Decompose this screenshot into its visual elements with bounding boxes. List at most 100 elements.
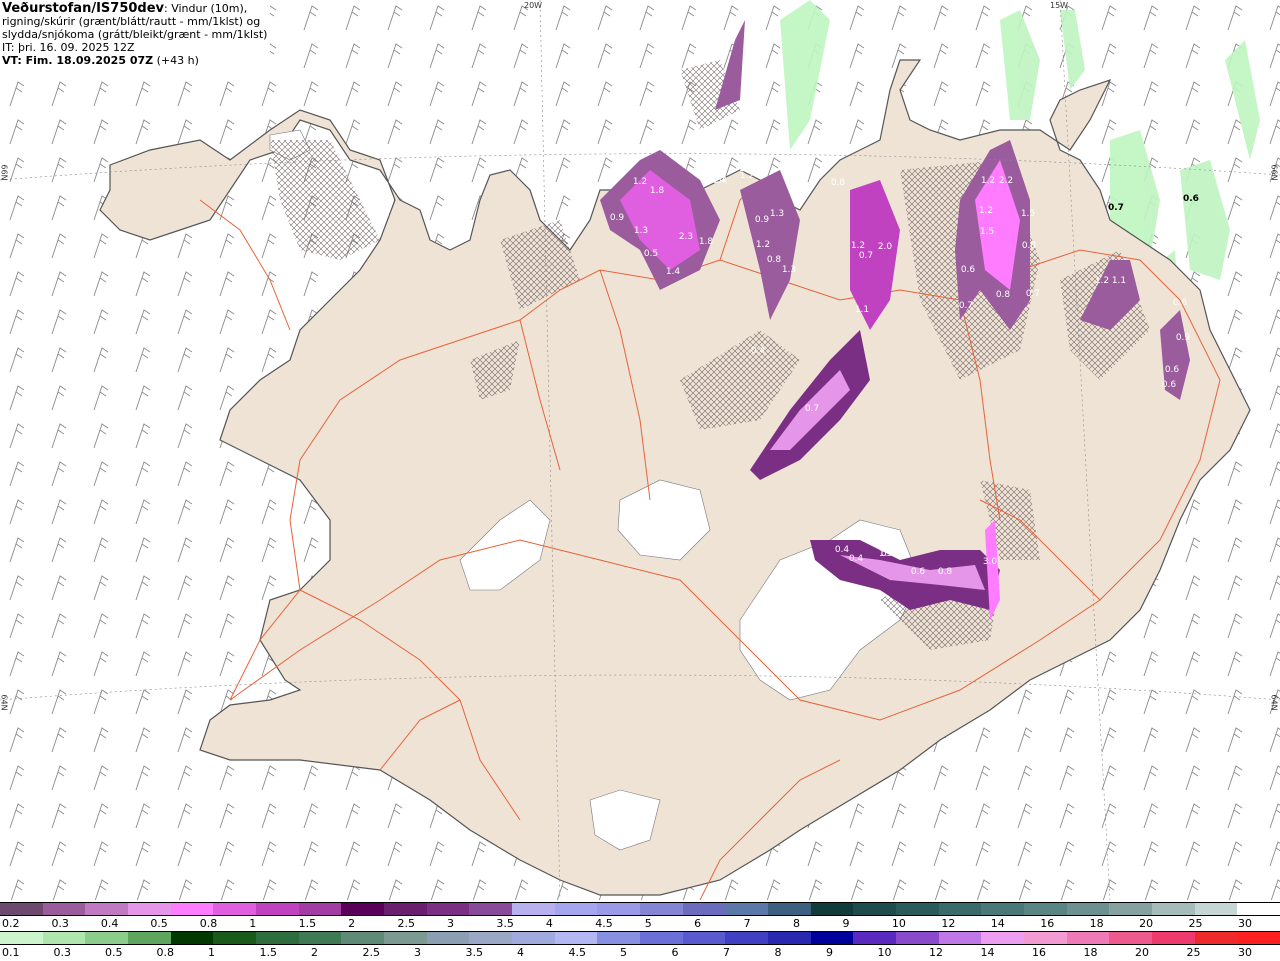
legend-swatch <box>1066 903 1110 915</box>
header-line-1: Veðurstofan/IS750dev: Vindur (10m), <box>2 2 270 15</box>
init-time: IT: þri. 16. 09. 2025 12Z <box>2 41 135 54</box>
legend-tick-label: 6 <box>694 917 702 930</box>
legend-swatch <box>384 932 427 944</box>
precip-value-label: 1.2 <box>756 240 770 250</box>
valid-time-line: VT: Fim. 18.09.2025 07Z (+43 h) <box>2 54 270 67</box>
legend-swatch <box>1194 932 1238 944</box>
legend-tick-label: 4 <box>545 917 553 930</box>
legend-swatch <box>128 932 171 944</box>
rain-color-legend: 0.1 0.3 0.5 0.8 1 1.5 2 2.5 3 3.5 4 4.5 5 6 7 8 9 10 12 14 1… <box>0 931 1280 961</box>
lat-label-64n-right: 64N <box>1269 694 1279 711</box>
legend-swatch <box>896 903 939 915</box>
legend-tick-label: 10 <box>877 946 892 959</box>
legend-swatch <box>1024 903 1067 915</box>
legend-swatch <box>640 932 683 944</box>
legend-swatch <box>213 932 257 944</box>
precip-value-label: 0.8 <box>996 290 1011 300</box>
legend-tick-label: 3.5 <box>496 917 514 930</box>
legend-swatch <box>85 903 129 915</box>
legend-swatch <box>896 932 939 944</box>
iceland-map: 1.21.80.91.30.51.41.41.22.3 1.81.4 1.20.91… <box>0 0 1280 900</box>
legend-swatch <box>1237 903 1280 915</box>
legend-swatch <box>682 932 726 944</box>
legend-tick-label: 0.5 <box>150 917 168 930</box>
precip-value-label: 0.7 <box>805 404 819 414</box>
legend-swatch <box>853 932 897 944</box>
legend-tick-label: 0.4 <box>100 917 119 930</box>
snow-legend-bar <box>0 902 1280 916</box>
legend-swatch <box>128 903 171 915</box>
legend-tick-label: 4.5 <box>595 917 613 930</box>
header-desc-1: : Vindur (10m), <box>164 2 248 15</box>
legend-tick-label: 14 <box>990 917 1005 930</box>
legend-swatch <box>85 932 129 944</box>
legend-tick-label: 0.2 <box>2 917 20 930</box>
legend-tick-label: 25 <box>1186 946 1201 959</box>
precip-value-label: 0.8 <box>1022 241 1037 251</box>
precip-value-label: 1.2 <box>633 177 647 187</box>
legend-swatch <box>298 903 342 915</box>
valid-time: VT: Fim. 18.09.2025 07Z <box>2 54 154 67</box>
legend-tick-label: 16 <box>1040 917 1055 930</box>
legend-tick-label: 2 <box>348 917 356 930</box>
legend-tick-label: 30 <box>1238 917 1252 930</box>
legend-tick-label: 1 <box>208 946 215 959</box>
legend-tick-label: 0.1 <box>2 946 20 959</box>
precip-value-label: 1.8 <box>650 186 665 196</box>
precip-value-label: 0.6 <box>1165 365 1180 375</box>
legend-swatch <box>725 903 769 915</box>
legend-tick-label: 9 <box>842 917 850 930</box>
snow-color-legend: 0.2 0.3 0.4 0.5 0.8 1 1.5 2 2.5 3 3.5 4 4.5 5 6 7 8 9 10 12… <box>0 902 1280 932</box>
precip-value-label: 0.6 <box>911 567 926 577</box>
legend-swatch <box>469 903 513 915</box>
legend-swatch <box>768 903 811 915</box>
precip-value-label: 1.5 <box>980 227 994 237</box>
precip-value-label: 1.2 <box>979 206 993 216</box>
forecast-hour: (+43 h) <box>153 54 199 67</box>
precip-value-label: 0.8 <box>831 178 846 188</box>
legend-tick-label: 18 <box>1089 917 1104 930</box>
legend-tick-label: 2 <box>311 946 318 959</box>
map-header: Veðurstofan/IS750dev: Vindur (10m), rign… <box>0 0 270 72</box>
legend-swatch <box>256 932 299 944</box>
precip-value-label: 0.6 <box>1173 298 1188 308</box>
legend-tick-label: 1 <box>249 917 257 930</box>
precip-value-label: 1.3 <box>782 265 796 275</box>
legend-swatch <box>768 932 811 944</box>
legend-tick-label: 20 <box>1135 946 1149 959</box>
legend-swatch <box>597 903 641 915</box>
legend-swatch <box>1194 903 1238 915</box>
legend-tick-label: 0.5 <box>105 946 123 959</box>
precip-value-label: 1.3 <box>770 209 784 219</box>
legend-swatch <box>853 903 897 915</box>
precip-value-label: 1.4 <box>666 267 681 277</box>
legend-tick-label: 4.5 <box>568 946 587 959</box>
legend-swatch <box>1109 932 1153 944</box>
legend-swatch <box>298 932 342 944</box>
precip-value-label: 1.2 <box>1095 276 1109 286</box>
legend-swatch <box>0 903 43 915</box>
precip-value-label: 0.4 <box>751 346 766 356</box>
precip-value-label: 2.0 <box>878 242 893 252</box>
legend-tick-label: 3 <box>414 946 421 959</box>
legend-swatch <box>1066 932 1110 944</box>
precip-value-label: 1.4 <box>711 175 726 185</box>
legend-tick-label: 6 <box>671 946 679 959</box>
precip-value-label: 0.4 <box>662 486 677 496</box>
legend-swatch <box>170 903 214 915</box>
legend-swatch <box>640 903 683 915</box>
header-desc-2: rigning/skúrir (grænt/blátt/rautt - mm/1… <box>2 15 261 28</box>
legend-swatch <box>1237 932 1280 944</box>
lat-label-66n-right: 66N <box>1269 164 1279 181</box>
precip-value-label: 0.8 <box>938 567 953 577</box>
legend-tick-label: 3 <box>446 917 454 930</box>
weather-map-view: 1.2 1.8 0.9 1.3 0.5 1.4 1.4 1.2 2.3 1.8 1.4 1.2 0.9 1… <box>0 0 1280 960</box>
legend-swatch <box>1152 932 1195 944</box>
legend-tick-label: 14 <box>980 946 995 959</box>
legend-swatch <box>42 903 86 915</box>
legend-tick-label: 0.3 <box>51 917 69 930</box>
precip-value-label: 0.7 <box>859 251 873 261</box>
precip-value-label: 1.3 <box>879 549 893 559</box>
precip-value-label: 0.6 <box>961 265 976 275</box>
legend-swatch <box>512 932 555 944</box>
